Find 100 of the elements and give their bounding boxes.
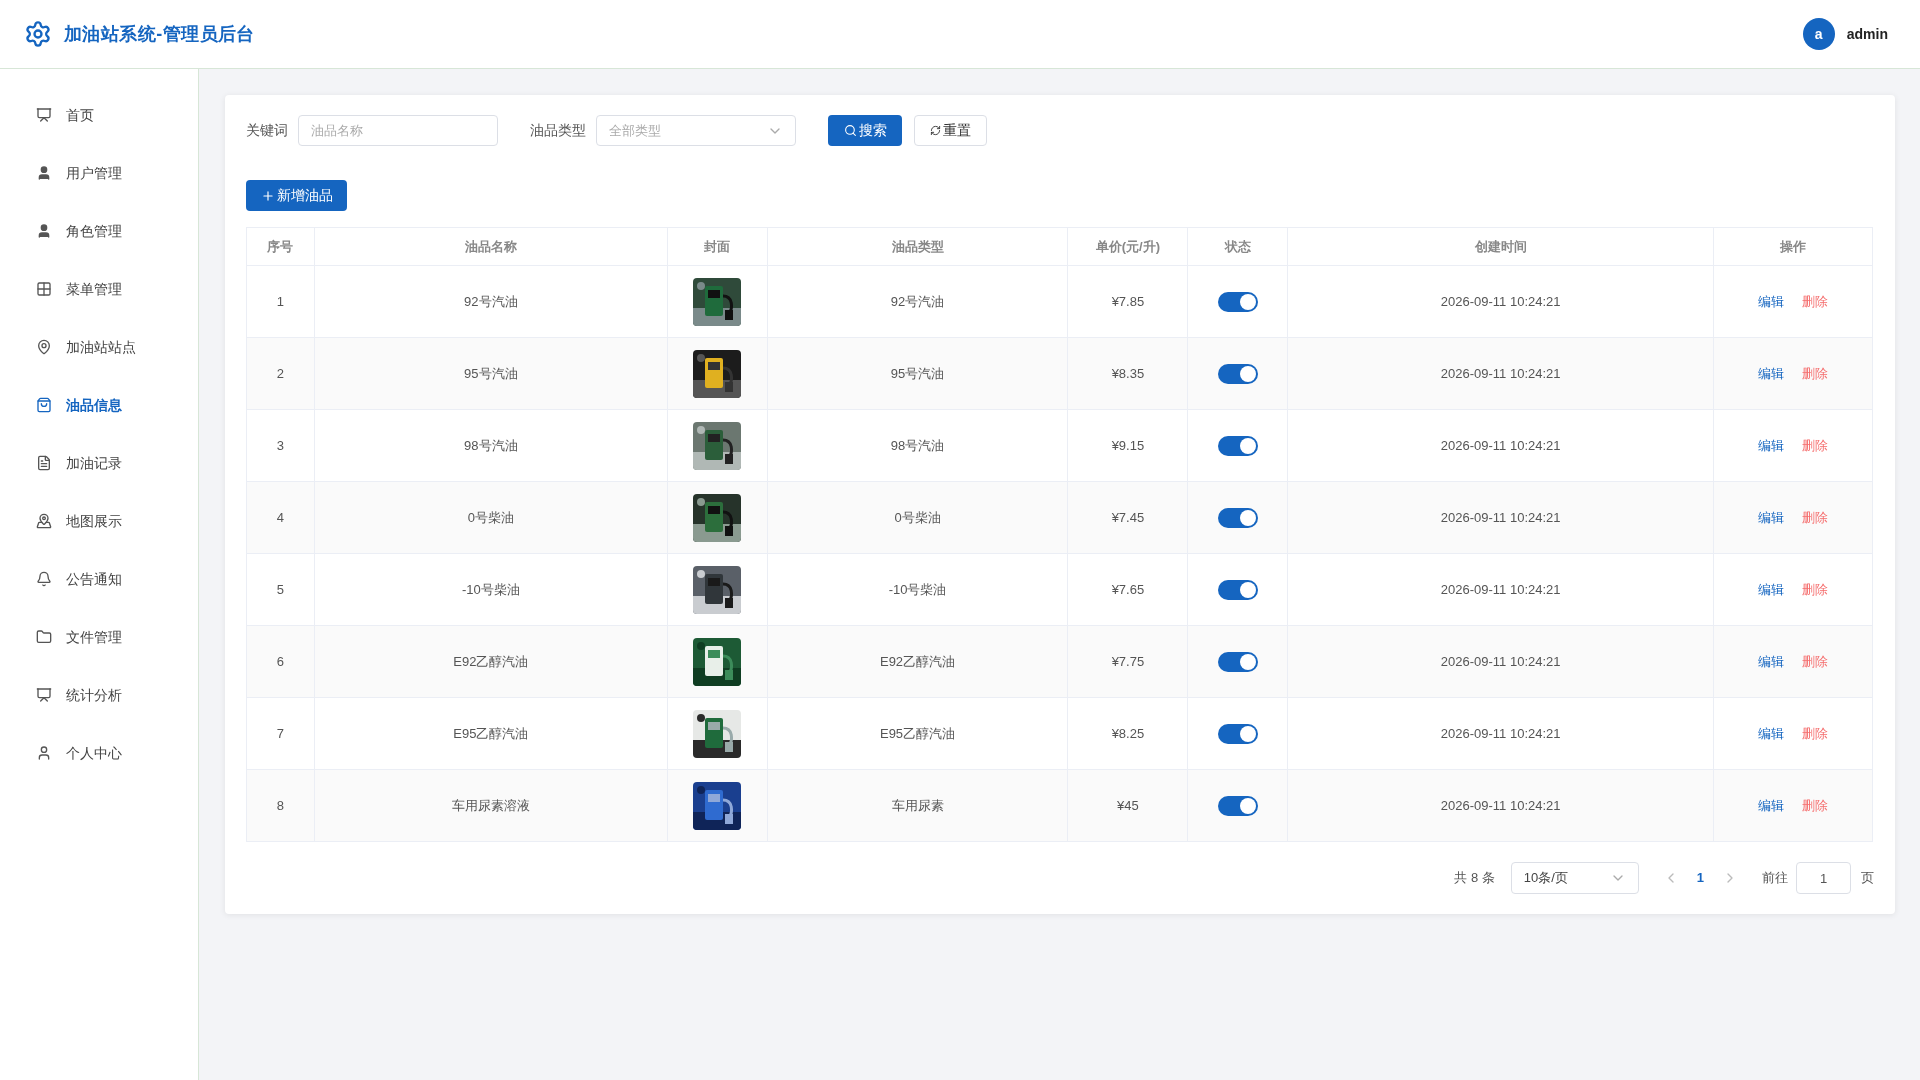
keyword-field[interactable]: 油品名称 <box>298 115 498 146</box>
table-cell: 98号汽油 <box>767 409 1068 482</box>
search-icon <box>843 124 857 137</box>
table-cell: 2026-09-11 10:24:21 <box>1287 409 1714 482</box>
folder-icon <box>36 629 52 645</box>
table-cell: 车用尿素 <box>767 769 1068 842</box>
column-header: 操作 <box>1713 227 1873 266</box>
app-title: 加油站系统-管理员后台 <box>64 22 255 46</box>
easel-icon <box>36 107 52 123</box>
goto-label: 前往 <box>1762 869 1788 888</box>
total-count: 共 8 条 <box>1454 869 1495 888</box>
page-size-select[interactable]: 10条/页 <box>1510 862 1639 894</box>
sidebar-item[interactable]: 文件管理 <box>0 625 198 649</box>
goto-suffix: 页 <box>1861 869 1874 888</box>
sidebar-item[interactable]: 首页 <box>0 103 198 127</box>
table-cell: ¥7.85 <box>1067 265 1188 338</box>
column-header: 序号 <box>246 227 315 266</box>
edit-link[interactable]: 编辑 <box>1758 723 1784 744</box>
status-toggle[interactable] <box>1217 363 1258 384</box>
sidebar-item[interactable]: 角色管理 <box>0 219 198 243</box>
column-header: 油品名称 <box>314 227 668 266</box>
sidebar-item[interactable]: 用户管理 <box>0 161 198 185</box>
table-cell: 92号汽油 <box>314 265 668 338</box>
table-cell: 92号汽油 <box>767 265 1068 338</box>
table-cell: 2 <box>246 337 315 410</box>
table-cell: 6 <box>246 625 315 698</box>
table-cell: E92乙醇汽油 <box>767 625 1068 698</box>
status-toggle[interactable] <box>1217 435 1258 456</box>
table-cell: 4 <box>246 481 315 554</box>
user-name[interactable]: admin <box>1846 23 1888 45</box>
table-cell: 车用尿素溶液 <box>314 769 668 842</box>
map-pin-icon <box>36 513 52 529</box>
edit-link[interactable]: 编辑 <box>1758 795 1784 816</box>
table-cell: ¥8.35 <box>1067 337 1188 410</box>
table-cell: ¥7.75 <box>1067 625 1188 698</box>
grid-icon <box>36 281 52 297</box>
status-toggle[interactable] <box>1217 507 1258 528</box>
location-pin-icon <box>36 339 52 355</box>
page-jump-field[interactable]: 1 <box>1796 862 1851 894</box>
table-cell: E92乙醇汽油 <box>314 625 668 698</box>
add-button[interactable]: 新增油品 <box>246 180 347 211</box>
table-cell: -10号柴油 <box>314 553 668 626</box>
refresh-icon <box>930 125 941 136</box>
person-icon <box>36 223 52 239</box>
plus-icon <box>260 188 275 203</box>
search-button[interactable]: 搜索 <box>828 115 902 146</box>
gear-icon <box>24 20 52 48</box>
column-header: 封面 <box>667 227 768 266</box>
sidebar-item[interactable]: 菜单管理 <box>0 277 198 301</box>
edit-link[interactable]: 编辑 <box>1758 651 1784 672</box>
bell-icon <box>36 571 52 587</box>
table-cell: 3 <box>246 409 315 482</box>
avatar[interactable]: a <box>1802 18 1835 50</box>
edit-link[interactable]: 编辑 <box>1758 435 1784 456</box>
table-cell: 7 <box>246 697 315 770</box>
table-cell: 8 <box>246 769 315 842</box>
sidebar-item[interactable]: 油品信息 <box>0 393 198 417</box>
table-cell: 2026-09-11 10:24:21 <box>1287 265 1714 338</box>
reset-button[interactable]: 重置 <box>914 115 987 146</box>
table-cell: ¥9.15 <box>1067 409 1188 482</box>
table-cell: ¥7.45 <box>1067 481 1188 554</box>
table-cell: 95号汽油 <box>314 337 668 410</box>
table-cell: ¥7.65 <box>1067 553 1188 626</box>
filter-label: 油品类型 <box>530 121 586 140</box>
status-toggle[interactable] <box>1217 723 1258 744</box>
filter-label: 关键词 <box>246 121 288 140</box>
table-cell: -10号柴油 <box>767 553 1068 626</box>
edit-link[interactable]: 编辑 <box>1758 507 1784 528</box>
edit-link[interactable]: 编辑 <box>1758 579 1784 600</box>
table-cell: E95乙醇汽油 <box>314 697 668 770</box>
table-cell: ¥8.25 <box>1067 697 1188 770</box>
status-toggle[interactable] <box>1217 579 1258 600</box>
table-cell: 1 <box>246 265 315 338</box>
edit-link[interactable]: 编辑 <box>1758 363 1784 384</box>
column-header: 状态 <box>1187 227 1288 266</box>
status-toggle[interactable] <box>1217 651 1258 672</box>
sidebar-item[interactable]: 统计分析 <box>0 683 198 707</box>
edit-link[interactable]: 编辑 <box>1758 291 1784 312</box>
person-icon <box>36 165 52 181</box>
sidebar-item[interactable]: 个人中心 <box>0 741 198 765</box>
status-toggle[interactable] <box>1217 291 1258 312</box>
sidebar-item[interactable]: 地图展示 <box>0 509 198 533</box>
table-cell: 0号柴油 <box>767 481 1068 554</box>
status-toggle[interactable] <box>1217 795 1258 816</box>
sidebar-item[interactable]: 加油记录 <box>0 451 198 475</box>
table-cell: 2026-09-11 10:24:21 <box>1287 481 1714 554</box>
table-cell: 2026-09-11 10:24:21 <box>1287 625 1714 698</box>
table-cell: E95乙醇汽油 <box>767 697 1068 770</box>
table-cell: ¥45 <box>1067 769 1188 842</box>
document-icon <box>36 455 52 471</box>
table-cell: 2026-09-11 10:24:21 <box>1287 337 1714 410</box>
sidebar-item[interactable]: 加油站站点 <box>0 335 198 359</box>
bag-icon <box>36 397 52 413</box>
table-cell: 2026-09-11 10:24:21 <box>1287 553 1714 626</box>
sidebar-item[interactable]: 公告通知 <box>0 567 198 591</box>
column-header: 单价(元/升) <box>1067 227 1188 266</box>
column-header: 油品类型 <box>767 227 1068 266</box>
table-cell: 5 <box>246 553 315 626</box>
page-number[interactable]: 1 <box>1696 868 1704 888</box>
table-cell: 0号柴油 <box>314 481 668 554</box>
